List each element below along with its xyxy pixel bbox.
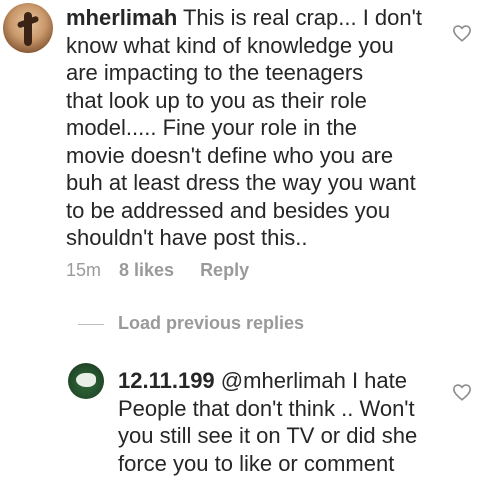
heart-icon[interactable] — [452, 383, 472, 401]
reply-body: 12.11.199 @mherlimah I hate People that … — [118, 367, 448, 477]
comment-body: mherlimah This is real crap... I don't k… — [66, 4, 446, 252]
comment-text: This is real crap... I don't know what k… — [66, 5, 422, 250]
heart-icon[interactable] — [452, 24, 472, 42]
avatar[interactable] — [3, 3, 53, 53]
likes-count[interactable]: 8 likes — [119, 260, 174, 281]
comment-meta: 15m 8 likes Reply — [66, 260, 249, 281]
load-previous-replies-button[interactable]: Load previous replies — [118, 313, 304, 334]
reply-button[interactable]: Reply — [200, 260, 249, 281]
reply-avatar[interactable] — [68, 363, 104, 399]
comment-username[interactable]: mherlimah — [66, 5, 177, 30]
comment-time: 15m — [66, 260, 102, 280]
divider-line — [78, 324, 104, 325]
reply-username[interactable]: 12.11.199 — [118, 368, 215, 393]
